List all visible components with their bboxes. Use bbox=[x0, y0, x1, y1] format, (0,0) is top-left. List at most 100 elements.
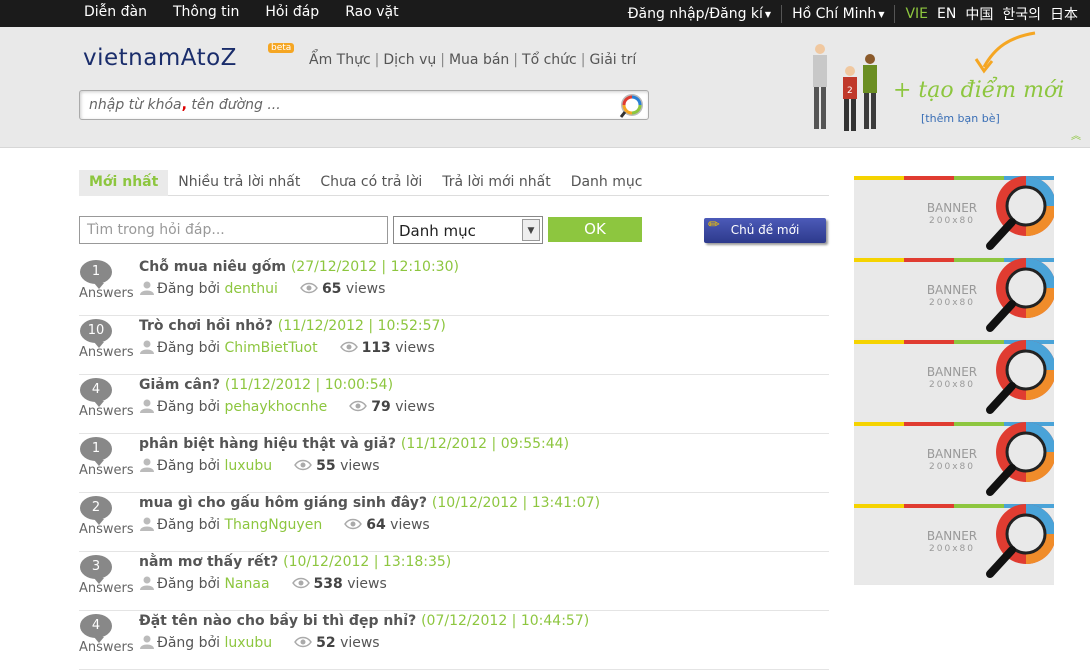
user-icon bbox=[140, 458, 154, 472]
eye-icon bbox=[294, 636, 313, 648]
tab-unanswered[interactable]: Chưa có trả lời bbox=[310, 170, 432, 196]
banner-size: 200x80 bbox=[929, 462, 975, 472]
tab-categories[interactable]: Danh mục bbox=[561, 170, 653, 196]
question-title-text: mua gì cho gấu hôm giáng sinh đây? bbox=[139, 495, 428, 511]
banner-ad[interactable]: BANNER 200x80 bbox=[854, 258, 1054, 338]
nav-news[interactable]: Thông tin bbox=[173, 4, 239, 20]
question-meta: Đăng bởi luxubu 55 views bbox=[139, 458, 380, 474]
banner-size: 200x80 bbox=[929, 298, 975, 308]
divider: | bbox=[513, 52, 519, 68]
banner-column: BANNER 200x80 BANNER 200x80 BANNER 200x80 BANN… bbox=[854, 176, 1054, 585]
cat-organization[interactable]: Tổ chức bbox=[522, 52, 577, 68]
chevron-down-icon[interactable]: ▼ bbox=[522, 219, 540, 241]
answers-label: Answers bbox=[79, 640, 134, 655]
search-icon[interactable] bbox=[619, 93, 645, 119]
question-title[interactable]: phân biệt hàng hiệu thật và giả? (11/12/… bbox=[139, 436, 569, 452]
search-placeholder: nhập từ khóa, tên đường ... bbox=[89, 97, 281, 113]
question-title[interactable]: Giảm cân? (11/12/2012 | 10:00:54) bbox=[139, 377, 393, 393]
question-title-text: Chỗ mua niêu gốm bbox=[139, 259, 286, 275]
add-friend-link[interactable]: [thêm bạn bè] bbox=[921, 112, 1000, 125]
lang-en[interactable]: EN bbox=[937, 6, 956, 22]
question-row[interactable]: 10 Answers Trò chơi hồi nhỏ? (11/12/2012 |… bbox=[79, 316, 829, 375]
tab-most-answers[interactable]: Nhiều trả lời nhất bbox=[168, 170, 310, 196]
lang-ko[interactable]: 한국의 bbox=[1002, 4, 1041, 24]
question-row[interactable]: 2 Answers mua gì cho gấu hôm giáng sinh đâ… bbox=[79, 493, 829, 552]
nav-qa[interactable]: Hỏi đáp bbox=[265, 4, 319, 20]
question-title-text: Đặt tên nào cho bầy bi thì đẹp nhỉ? bbox=[139, 613, 417, 629]
beta-badge: beta bbox=[268, 43, 295, 53]
question-title[interactable]: nằm mơ thấy rết? (10/12/2012 | 13:18:35) bbox=[139, 554, 451, 570]
views-label: views bbox=[390, 517, 430, 533]
user-icon bbox=[140, 517, 154, 531]
divider: | bbox=[580, 52, 586, 68]
question-list: 1 Answers Chỗ mua niêu gốm (27/12/2012 | 1… bbox=[79, 257, 829, 670]
question-date: (10/12/2012 | 13:41:07) bbox=[431, 495, 601, 511]
view-count: 64 bbox=[366, 517, 386, 533]
nav-classifieds[interactable]: Rao vặt bbox=[345, 4, 398, 20]
eye-icon bbox=[294, 459, 313, 471]
question-row[interactable]: 1 Answers phân biệt hàng hiệu thật và giả?… bbox=[79, 434, 829, 493]
divider: | bbox=[440, 52, 445, 68]
answers-label: Answers bbox=[79, 463, 134, 478]
city-select[interactable]: Hồ Chí Minh ▼ bbox=[792, 6, 884, 22]
question-meta: Đăng bởi denthui 65 views bbox=[139, 281, 385, 297]
banner-text: BANNER 200x80 bbox=[902, 448, 1002, 474]
question-row[interactable]: 1 Answers Chỗ mua niêu gốm (27/12/2012 | 1… bbox=[79, 257, 829, 316]
login-link[interactable]: Đăng nhập/Đăng kí ▼ bbox=[628, 6, 771, 22]
posted-by-label: Đăng bởi bbox=[157, 576, 220, 592]
category-select[interactable]: Danh mục ▼ bbox=[393, 216, 543, 244]
answers-label: Answers bbox=[79, 345, 134, 360]
author-link[interactable]: luxubu bbox=[224, 458, 272, 474]
author-link[interactable]: Nanaa bbox=[224, 576, 269, 592]
new-topic-button[interactable]: ✏ Chủ đề mới bbox=[704, 217, 826, 243]
tab-latest-answer[interactable]: Trả lời mới nhất bbox=[432, 170, 560, 196]
author-link[interactable]: ChimBietTuot bbox=[224, 340, 317, 356]
banner-label: BANNER bbox=[926, 529, 978, 543]
qa-search-input[interactable]: Tìm trong hỏi đáp... bbox=[79, 216, 388, 244]
cat-services[interactable]: Dịch vụ bbox=[383, 52, 436, 68]
question-title[interactable]: mua gì cho gấu hôm giáng sinh đây? (10/1… bbox=[139, 495, 600, 511]
banner-ad[interactable]: BANNER 200x80 bbox=[854, 422, 1054, 502]
svg-text:2: 2 bbox=[847, 86, 853, 96]
question-row[interactable]: 4 Answers Giảm cân? (11/12/2012 | 10:00:54… bbox=[79, 375, 829, 434]
author-link[interactable]: denthui bbox=[224, 281, 278, 297]
tab-newest[interactable]: Mới nhất bbox=[79, 170, 169, 196]
banner-ad[interactable]: BANNER 200x80 bbox=[854, 504, 1054, 584]
caret-down-icon: ▼ bbox=[878, 9, 885, 19]
question-date: (11/12/2012 | 10:52:57) bbox=[277, 318, 446, 334]
question-row[interactable]: 3 Answers nằm mơ thấy rết? (10/12/2012 | 1… bbox=[79, 552, 829, 611]
banner-text: BANNER 200x80 bbox=[902, 284, 1002, 310]
cat-entertainment[interactable]: Giải trí bbox=[589, 52, 636, 68]
add-place-button[interactable]: + tạo điểm mới bbox=[893, 78, 1064, 103]
question-date: (07/12/2012 | 10:44:57) bbox=[421, 613, 590, 629]
question-title[interactable]: Chỗ mua niêu gốm (27/12/2012 | 12:10:30) bbox=[139, 259, 459, 275]
lang-ja[interactable]: 日本 bbox=[1050, 4, 1078, 24]
eye-icon bbox=[349, 400, 368, 412]
question-title[interactable]: Trò chơi hồi nhỏ? (11/12/2012 | 10:52:57… bbox=[139, 318, 446, 334]
banner-ad[interactable]: BANNER 200x80 bbox=[854, 176, 1054, 256]
question-title[interactable]: Đặt tên nào cho bầy bi thì đẹp nhỉ? (07/… bbox=[139, 613, 589, 629]
cat-trade[interactable]: Mua bán bbox=[449, 52, 509, 68]
arrow-icon bbox=[974, 31, 1036, 74]
banner-size: 200x80 bbox=[929, 544, 975, 554]
ok-button[interactable]: OK bbox=[548, 217, 642, 242]
nav-forum[interactable]: Diễn đàn bbox=[84, 4, 147, 20]
cat-food[interactable]: Ẩm Thực bbox=[309, 52, 371, 68]
lang-vie[interactable]: VIE bbox=[905, 6, 928, 22]
author-link[interactable]: ThangNguyen bbox=[224, 517, 322, 533]
question-title-text: Trò chơi hồi nhỏ? bbox=[139, 318, 273, 334]
collapse-icon[interactable]: ︽ bbox=[1071, 127, 1081, 142]
account-nav: Đăng nhập/Đăng kí ▼ Hồ Chí Minh ▼ VIE EN 中… bbox=[628, 4, 1078, 24]
lang-zh[interactable]: 中国 bbox=[965, 4, 993, 24]
author-link[interactable]: luxubu bbox=[224, 635, 272, 651]
divider: | bbox=[374, 52, 380, 68]
author-link[interactable]: pehaykhocnhe bbox=[224, 399, 327, 415]
view-count: 52 bbox=[316, 635, 336, 651]
placeholder-part: nhập từ khóa bbox=[89, 97, 182, 113]
banner-ad[interactable]: BANNER 200x80 bbox=[854, 340, 1054, 420]
question-row[interactable]: 4 Answers Đặt tên nào cho bầy bi thì đẹp n… bbox=[79, 611, 829, 670]
question-title-text: Giảm cân? bbox=[139, 377, 221, 393]
main-search-input[interactable]: nhập từ khóa, tên đường ... bbox=[79, 90, 649, 120]
site-logo[interactable]: vietnamAtoZ beta bbox=[83, 43, 295, 71]
answer-count-badge: 4 bbox=[80, 614, 112, 643]
